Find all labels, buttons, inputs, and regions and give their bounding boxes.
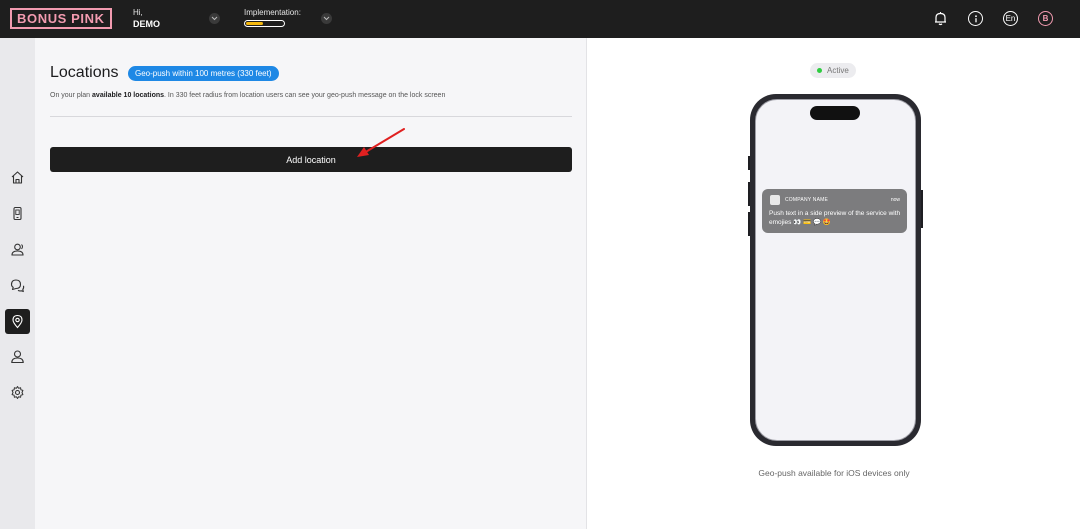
app-icon (770, 195, 780, 205)
plan-locations-count: available 10 locations (92, 92, 165, 99)
status-badge: Active (810, 63, 856, 78)
settings-icon (11, 386, 24, 399)
implementation-status: Implementation: (244, 8, 301, 27)
page-title: Locations (50, 64, 119, 81)
notifications-button[interactable] (933, 11, 948, 26)
top-bar: BONUS PINK Hi, DEMO Implementation: En B (0, 0, 1080, 38)
sidebar-item-cards[interactable] (5, 201, 30, 226)
phone-side-button (748, 182, 750, 206)
notification-app-name: COMPANY NAME (785, 197, 829, 203)
plan-description: On your plan available 10 locations. In … (50, 92, 445, 99)
phone-screen: COMPANY NAME now Push text in a side pre… (755, 99, 916, 441)
users-icon (11, 243, 24, 256)
plan-suffix: . In 330 feet radius from location users… (164, 92, 446, 99)
ios-only-note: Geo-push available for iOS devices only (758, 468, 910, 478)
sidebar-item-clients[interactable] (5, 237, 30, 262)
sidebar-item-profile[interactable] (5, 344, 30, 369)
info-icon (974, 14, 977, 22)
status-text: Active (827, 66, 849, 75)
user-name: DEMO (133, 19, 160, 29)
annotation-arrow-icon (357, 128, 405, 157)
location-pin-icon (12, 314, 23, 329)
implementation-progress-bar (244, 20, 285, 27)
notification-body: Push text in a side preview of the servi… (769, 210, 901, 226)
sidebar-item-home[interactable] (5, 165, 30, 190)
notification-time: now (890, 197, 900, 203)
implementation-label: Implementation: (244, 8, 301, 17)
status-dot (817, 68, 822, 73)
plan-prefix: On your plan (50, 92, 93, 99)
account-dropdown-button[interactable] (209, 13, 220, 24)
chevron-down-icon (323, 16, 330, 21)
geo-radius-badge: Geo-push within 100 metres (330 feet) (128, 66, 279, 81)
chevron-down-icon (211, 16, 218, 21)
dynamic-island (810, 106, 860, 120)
preview-panel: Active COMPANY NAME now Push text in a s… (586, 38, 1080, 529)
phone-side-button (921, 190, 923, 228)
chat-icon (10, 279, 25, 293)
user-greeting[interactable]: Hi, DEMO (133, 8, 160, 31)
add-location-button[interactable]: Add location (50, 147, 572, 172)
user-icon (11, 350, 24, 364)
home-icon (11, 171, 24, 184)
phone-mockup: COMPANY NAME now Push text in a side pre… (748, 94, 923, 446)
mobile-card-icon (13, 206, 22, 221)
sidebar-item-settings[interactable] (5, 380, 30, 405)
implementation-dropdown-button[interactable] (321, 13, 332, 24)
sidebar (0, 38, 35, 529)
language-switcher[interactable]: En (1003, 11, 1018, 26)
locations-panel: Locations Geo-push within 100 metres (33… (35, 38, 586, 529)
brand-logo[interactable]: BONUS PINK (10, 8, 112, 29)
implementation-progress-fill (246, 22, 263, 25)
sidebar-item-locations[interactable] (5, 309, 30, 334)
avatar[interactable]: B (1038, 11, 1053, 26)
divider (50, 116, 572, 117)
bell-icon (935, 12, 946, 26)
sidebar-item-messages[interactable] (5, 273, 30, 298)
phone-side-button (748, 156, 750, 170)
greeting-text: Hi, (133, 8, 143, 17)
phone-side-button (748, 212, 750, 236)
info-button[interactable] (968, 11, 983, 26)
push-notification-preview: COMPANY NAME now Push text in a side pre… (762, 189, 907, 233)
